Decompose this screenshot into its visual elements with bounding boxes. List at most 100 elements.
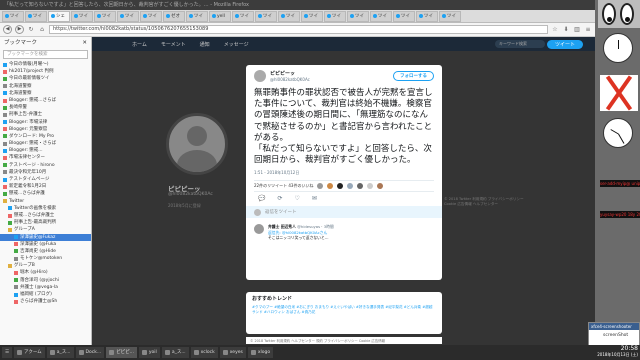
bookmark-search-input[interactable]: ブックマークを検索 <box>3 50 88 59</box>
browser-tab[interactable]: ツイ <box>416 10 438 22</box>
bookmark-item[interactable]: 今日の最新情報ツイ <box>0 75 91 82</box>
browser-tab[interactable]: ツイ <box>232 10 254 22</box>
taskbar-clock[interactable]: 20:58 2018年10月13日 (土) <box>597 345 638 360</box>
tweet-stats-text[interactable]: 22件のリツイート 43件のいいね <box>254 183 313 189</box>
like-icon[interactable]: ♡ <box>295 195 300 202</box>
liker-avatar[interactable] <box>327 183 334 190</box>
bookmark-item[interactable]: Twitter <box>0 198 91 205</box>
bookmark-item[interactable]: 刑事上告-弁護士 <box>0 111 91 118</box>
bookmark-item[interactable]: Blogger: 元警察官 <box>0 126 91 133</box>
reply-input[interactable]: 返信をツイート <box>265 209 297 215</box>
browser-tab[interactable]: ツイ <box>393 10 415 22</box>
bookmark-item[interactable]: 北海道警察 <box>0 83 91 90</box>
reply-avatar[interactable] <box>254 224 264 235</box>
bookmark-item[interactable]: 刑事上告-最高裁判所 <box>0 219 91 226</box>
reply-icon[interactable]: 💬 <box>258 195 265 202</box>
liker-avatar[interactable] <box>377 183 384 190</box>
taskbar-item[interactable]: a_ス... <box>161 347 189 358</box>
liker-avatar[interactable] <box>347 183 354 190</box>
bookmark-item[interactable]: 最決令和元年10月 <box>0 169 91 176</box>
reply-author[interactable]: 弁護士 田辺秀人 <box>268 224 296 229</box>
library-icon[interactable]: ▥ <box>573 26 581 34</box>
bookmark-item[interactable]: 福岡紹 (ブログ) <box>0 291 91 298</box>
nav-moments[interactable]: モーメント <box>161 41 186 48</box>
bookmark-item[interactable]: Blogger: 懲戒...さらば <box>0 97 91 104</box>
browser-tab[interactable]: ゼオ <box>163 10 185 22</box>
follow-button[interactable]: フォローする <box>393 71 434 81</box>
browser-tab[interactable]: ツイ <box>2 10 24 22</box>
taskbar-item[interactable]: ピピピ... <box>106 347 137 358</box>
bookmark-item[interactable]: 北海道警察 <box>0 90 91 97</box>
bookmark-item[interactable]: 今日の情報(月曜〜) <box>0 61 91 68</box>
bookmark-item[interactable]: Blogger: 懲戒... <box>0 147 91 154</box>
bookmark-item[interactable]: ダウンロード: My Pro <box>0 133 91 140</box>
bookmark-item[interactable]: Blogger: 懲戒・さらば <box>0 140 91 147</box>
browser-tab[interactable]: ツイ <box>439 10 461 22</box>
reload-icon[interactable]: ↻ <box>27 26 35 34</box>
browser-tab[interactable]: シェ <box>48 10 70 22</box>
bookmark-star-icon[interactable]: ☆ <box>551 26 559 34</box>
bookmark-item[interactable]: 吉澤尚史 (@Hide <box>0 248 91 255</box>
browser-tab[interactable]: ツイ <box>324 10 346 22</box>
browser-tab[interactable]: ツイ <box>25 10 47 22</box>
trend-list[interactable]: #クマのプー #絶望の白米 #おにぎり おまもり #えぐいやばい #好きな選手発… <box>252 305 436 315</box>
browser-tab[interactable]: ツイ <box>301 10 323 22</box>
reply-tweet[interactable]: 弁護士 田辺秀人 @hidesuyas · 3時間 返信先: @hl0082ka… <box>254 224 434 240</box>
reply-box[interactable]: 返信をツイート <box>246 206 442 219</box>
bookmark-item[interactable]: グループB <box>0 262 91 269</box>
liker-avatar[interactable] <box>357 183 364 190</box>
browser-tab[interactable]: ツイ <box>370 10 392 22</box>
bookmark-item[interactable]: モトケン@motoken <box>0 255 91 262</box>
start-menu-icon[interactable]: ☰ <box>2 347 13 358</box>
liker-avatar[interactable] <box>367 183 374 190</box>
forward-button[interactable]: ▶ <box>15 25 24 34</box>
bookmark-item[interactable]: 深澤諭史@Fukaz <box>0 233 91 241</box>
reply-handle[interactable]: @hidesuyas <box>297 224 320 229</box>
bookmark-item[interactable]: hk2017/project 判例 <box>0 68 91 75</box>
browser-tab[interactable]: ツイ <box>255 10 277 22</box>
liker-avatar[interactable] <box>337 183 344 190</box>
browser-tab[interactable]: ツイ <box>71 10 93 22</box>
browser-tab[interactable]: ツイ <box>140 10 162 22</box>
tweet-author-name[interactable]: ピピピーッ <box>270 70 310 77</box>
menu-icon[interactable]: ≡ <box>584 26 592 34</box>
tweet-avatar[interactable] <box>254 70 266 82</box>
bookmark-item[interactable]: Blogger: 市場法律 <box>0 119 91 126</box>
taskbar-item[interactable]: アクーム <box>14 347 45 358</box>
bookmark-item[interactable]: グループA <box>0 226 91 233</box>
reply-time[interactable]: 3時間 <box>324 224 334 229</box>
message-icon[interactable]: ✉ <box>312 195 317 202</box>
retweet-icon[interactable]: ⟳ <box>277 195 282 202</box>
bookmark-item[interactable]: 堀木 (@Hiro) <box>0 269 91 276</box>
close-icon[interactable]: ✕ <box>82 37 87 49</box>
taskbar-item[interactable]: xeyes <box>219 347 246 358</box>
nav-home[interactable]: ホーム <box>132 41 147 48</box>
browser-tab[interactable]: ツイ <box>347 10 369 22</box>
bookmark-item[interactable]: テストタイムページ <box>0 176 91 183</box>
bookmark-item[interactable]: さらば弁護士@Sh <box>0 298 91 305</box>
bookmark-item[interactable]: 長崎県警 <box>0 104 91 111</box>
browser-tab[interactable]: ツイ <box>186 10 208 22</box>
back-button[interactable]: ◀ <box>3 25 12 34</box>
url-bar[interactable]: https://twitter.com/hl0082katb/status/10… <box>49 25 548 34</box>
liker-avatar[interactable] <box>317 183 324 190</box>
nav-messages[interactable]: メッセージ <box>224 41 249 48</box>
bookmark-item[interactable]: 懲戒...さらば弁護士 <box>0 212 91 219</box>
download-icon[interactable]: ⬇ <box>562 26 570 34</box>
home-icon[interactable]: ⌂ <box>38 26 46 34</box>
bookmark-item[interactable]: 弁護士 (@vega-la <box>0 284 91 291</box>
taskbar-item[interactable]: xclock <box>190 347 218 358</box>
browser-tab[interactable]: ツイ <box>117 10 139 22</box>
bookmark-item[interactable]: 深澤諭史 (@Fuka <box>0 241 91 248</box>
bookmark-item[interactable]: Twitterの画像を検索 <box>0 205 91 212</box>
browser-tab[interactable]: yell <box>209 10 231 22</box>
browser-tab[interactable]: ツイ <box>278 10 300 22</box>
bookmark-item[interactable]: 落合洋司 (@yjochi <box>0 277 91 284</box>
browser-tab[interactable]: ツイ <box>94 10 116 22</box>
tweet-button[interactable]: ツイート <box>546 40 583 49</box>
bookmark-item[interactable]: 市場法律センター <box>0 154 91 161</box>
twitter-search-input[interactable]: キーワード検索 <box>495 40 545 48</box>
bookmark-item[interactable]: テストページ - hirono <box>0 162 91 169</box>
taskbar-item[interactable]: yoil <box>138 347 160 358</box>
taskbar-item[interactable]: Dock... <box>75 347 105 358</box>
